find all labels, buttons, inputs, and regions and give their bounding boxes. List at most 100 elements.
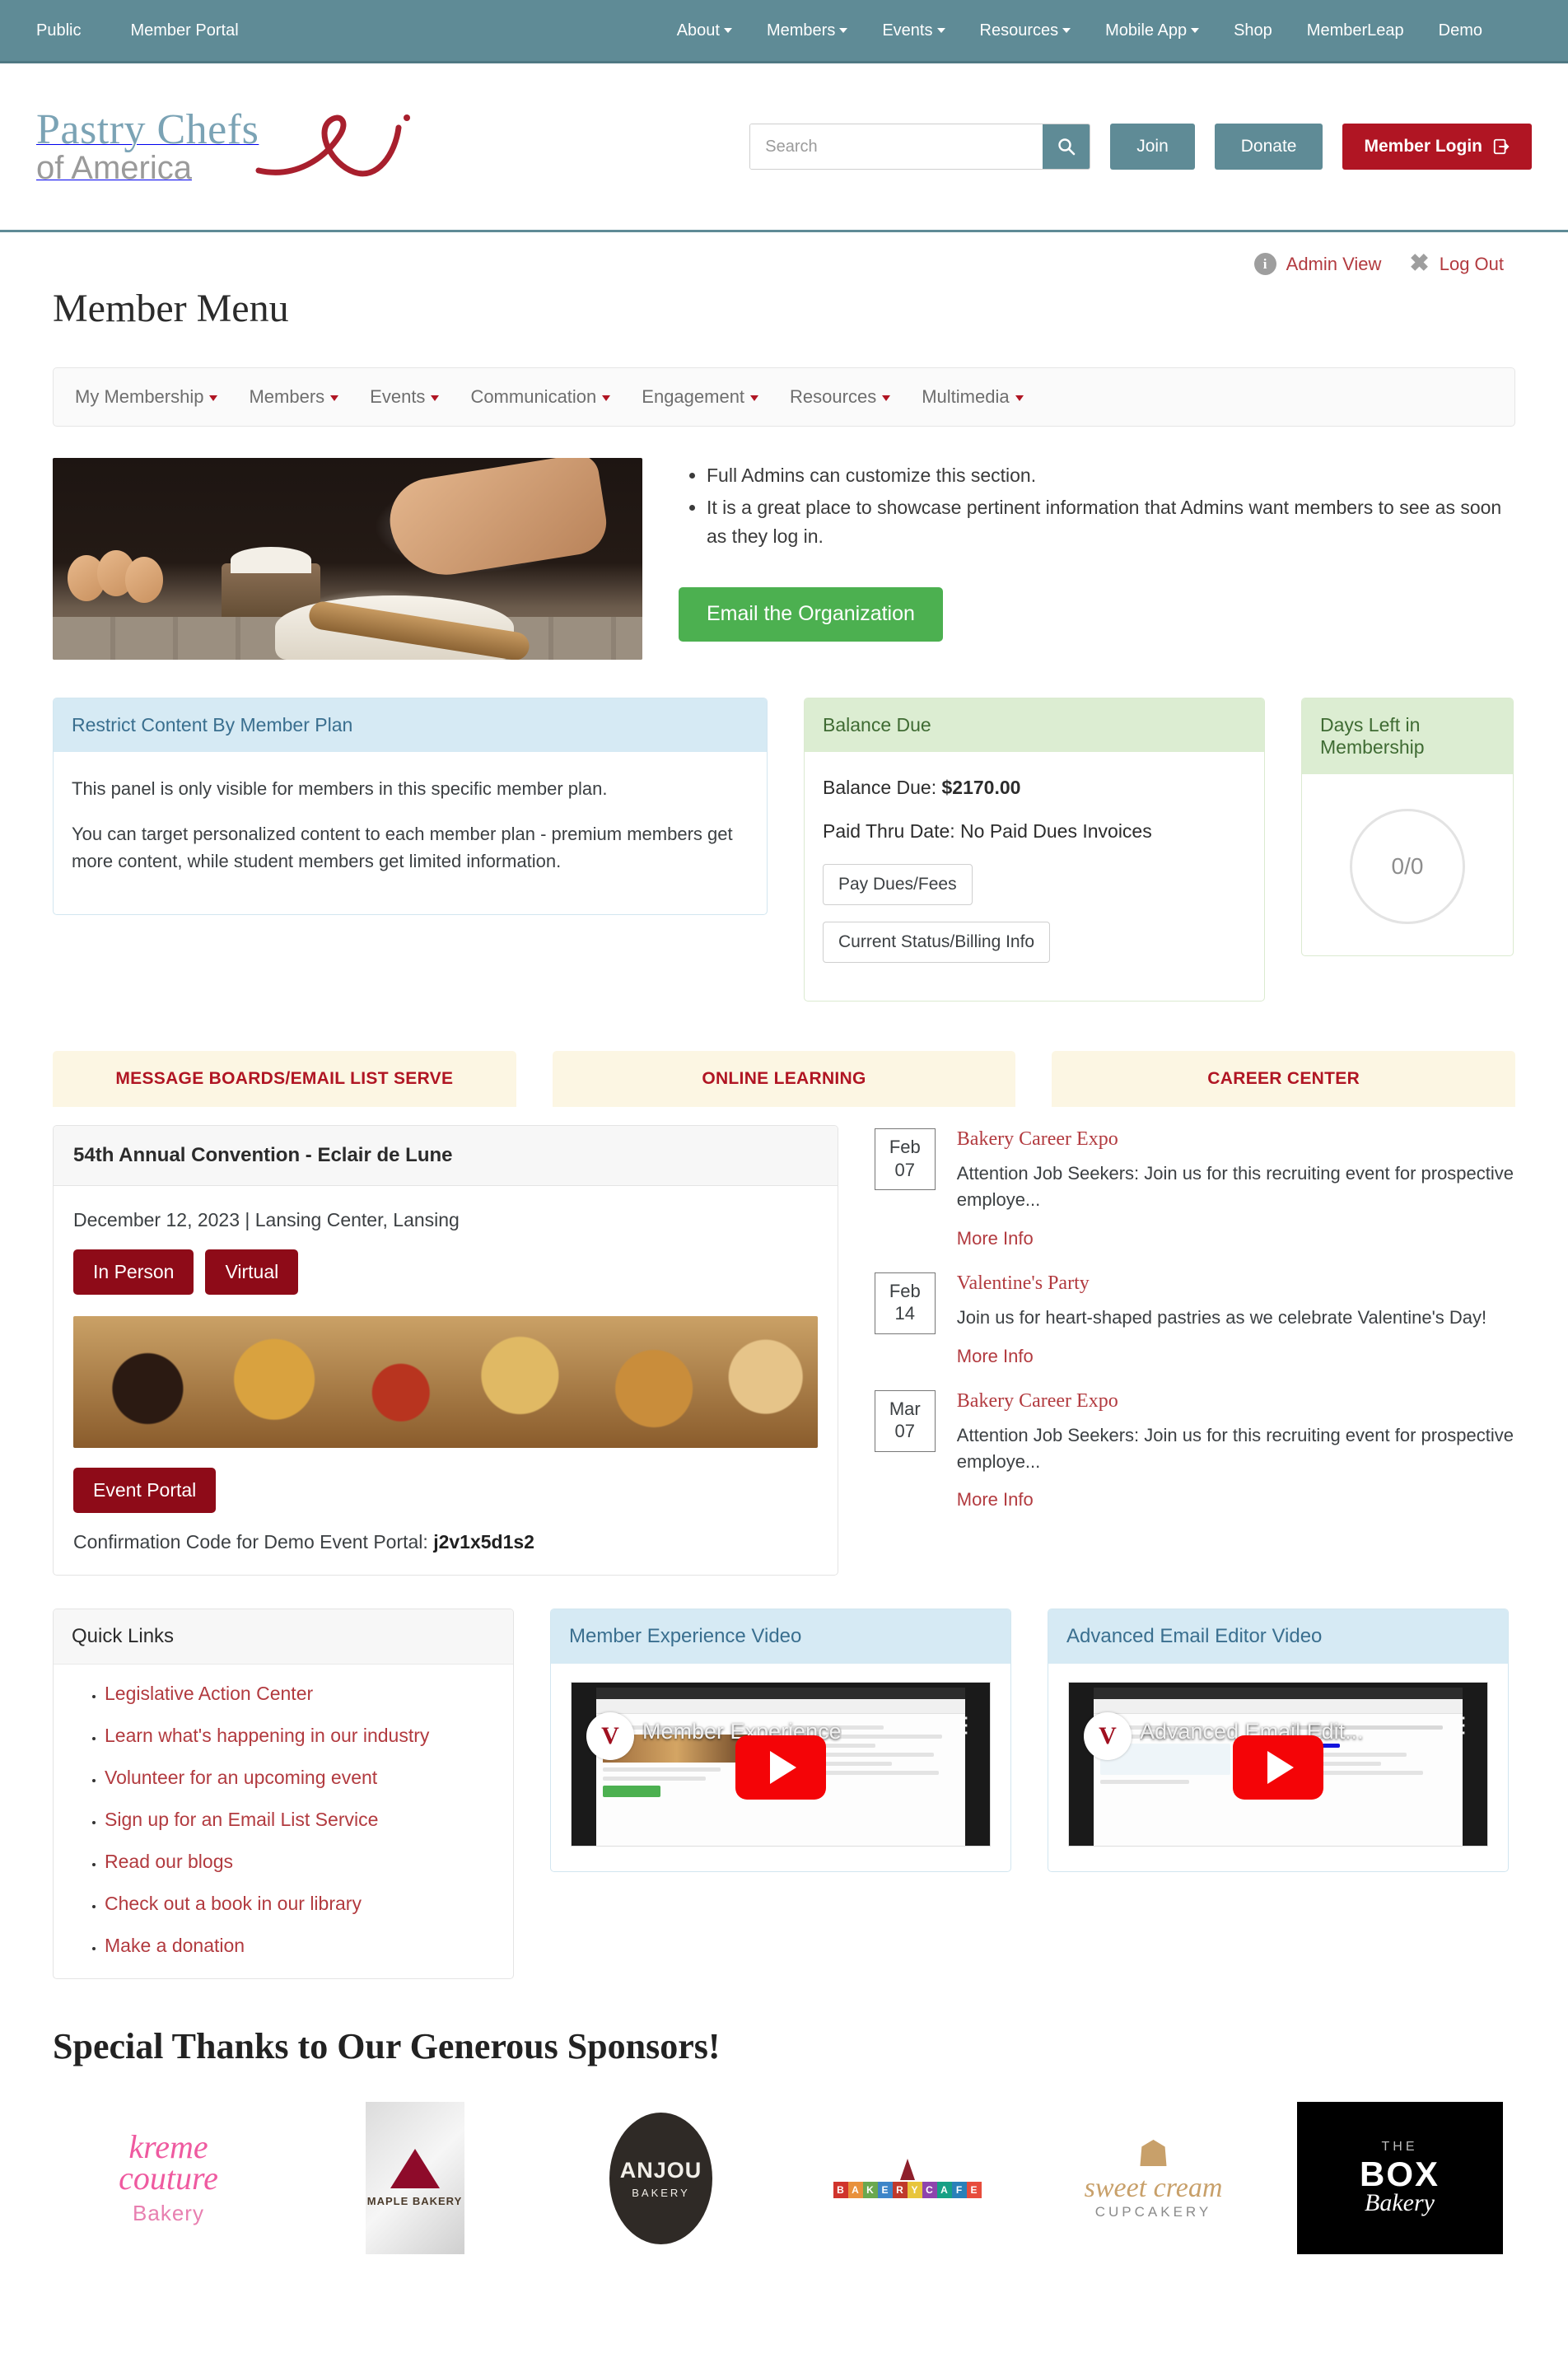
donate-button[interactable]: Donate xyxy=(1214,124,1323,170)
chevron-down-icon xyxy=(431,395,440,401)
quick-links-list: Legislative Action Center Learn what's h… xyxy=(54,1683,513,1957)
list-item: Feb 07 Bakery Career Expo Attention Job … xyxy=(874,1128,1515,1249)
quick-link[interactable]: Legislative Action Center xyxy=(105,1683,313,1704)
more-info-link[interactable]: More Info xyxy=(957,1489,1034,1510)
list-item: Feb 14 Valentine's Party Join us for hea… xyxy=(874,1272,1515,1367)
list-item: Read our blogs xyxy=(105,1851,513,1873)
top-nav-item-demo[interactable]: Demo xyxy=(1439,21,1482,40)
member-nav-item-communication[interactable]: Communication xyxy=(470,386,611,408)
top-nav-label-members: Members xyxy=(766,21,836,40)
chevron-down-icon xyxy=(1191,28,1200,34)
member-nav-item-members[interactable]: Members xyxy=(249,386,339,408)
top-nav-item-shop[interactable]: Shop xyxy=(1234,21,1272,40)
join-button[interactable]: Join xyxy=(1110,124,1195,170)
dashboard-panels: Restrict Content By Member Plan This pan… xyxy=(53,698,1515,1002)
virtual-button[interactable]: Virtual xyxy=(205,1249,299,1295)
pay-dues-fees-button[interactable]: Pay Dues/Fees xyxy=(823,864,973,905)
sponsor-logo-the-box-bakery[interactable]: THE BOX Bakery xyxy=(1284,2102,1515,2254)
in-person-button[interactable]: In Person xyxy=(73,1249,194,1295)
maple-leaf-icon xyxy=(390,2149,440,2188)
more-options-icon[interactable]: ⋮ xyxy=(955,1714,977,1735)
tab-online-learning[interactable]: ONLINE LEARNING xyxy=(552,1051,1016,1107)
search-button[interactable] xyxy=(1043,124,1090,169)
more-options-icon[interactable]: ⋮ xyxy=(1453,1714,1474,1735)
member-nav-label-multimedia: Multimedia xyxy=(922,386,1010,407)
more-info-link[interactable]: More Info xyxy=(957,1346,1034,1366)
member-login-button[interactable]: Member Login xyxy=(1342,124,1532,170)
quick-link[interactable]: Learn what's happening in our industry xyxy=(105,1725,429,1746)
hero-text-block: Full Admins can customize this section. … xyxy=(679,458,1515,660)
channel-avatar-icon: V xyxy=(1084,1712,1132,1760)
event-date-box: Mar 07 xyxy=(874,1389,936,1452)
sponsor-logo-tile: MAPLE BAKERY xyxy=(365,2102,464,2254)
cupcake-icon: ☗ xyxy=(1136,2133,1170,2174)
career-item-title[interactable]: Bakery Career Expo xyxy=(957,1128,1515,1151)
tab-career-center[interactable]: CAREER CENTER xyxy=(1052,1051,1516,1107)
sponsor-word-2: CUPCAKERY xyxy=(1094,2203,1212,2220)
quick-link[interactable]: Volunteer for an upcoming event xyxy=(105,1767,377,1788)
current-status-billing-info-button[interactable]: Current Status/Billing Info xyxy=(823,922,1051,963)
quick-link[interactable]: Make a donation xyxy=(105,1935,245,1956)
top-nav-item-mobile-app[interactable]: Mobile App xyxy=(1105,21,1200,40)
career-item-title[interactable]: Bakery Career Expo xyxy=(957,1390,1515,1412)
top-nav-item-events[interactable]: Events xyxy=(882,21,945,40)
sponsor-word-1: THE xyxy=(1381,2139,1418,2154)
sponsor-logo-kreme-couture[interactable]: kreme couture Bakery xyxy=(53,2102,284,2254)
chevron-down-icon xyxy=(209,395,218,401)
play-button-icon[interactable] xyxy=(1233,1735,1323,1800)
top-nav-item-about[interactable]: About xyxy=(677,21,732,40)
tab-message-boards[interactable]: MESSAGE BOARDS/EMAIL LIST SERVE xyxy=(53,1051,516,1107)
event-day: 07 xyxy=(894,1421,916,1442)
decor-flour xyxy=(231,547,311,573)
play-button-icon[interactable] xyxy=(735,1735,826,1800)
logo-swash-icon xyxy=(254,100,427,194)
sign-in-icon xyxy=(1493,138,1510,155)
sponsor-logo-sweet-cream-cupcakery[interactable]: ☗ sweet cream CUPCAKERY xyxy=(1038,2102,1269,2254)
log-out-link[interactable]: ✖ Log Out xyxy=(1409,252,1504,276)
sponsor-logo-text: BAKERYCAFE xyxy=(833,2181,982,2198)
event-month: Feb xyxy=(889,1280,921,1301)
chevron-down-icon xyxy=(602,395,611,401)
admin-view-link[interactable]: i Admin View xyxy=(1253,253,1381,275)
sponsor-word-3: Bakery xyxy=(133,2200,204,2225)
video-thumbnail[interactable]: V Advanced Email Edit... ⋮ xyxy=(1068,1682,1488,1847)
career-item-title[interactable]: Valentine's Party xyxy=(957,1272,1515,1295)
sponsor-logo-anjou-bakery[interactable]: ANJOU BAKERY xyxy=(545,2102,777,2254)
top-nav-item-members[interactable]: Members xyxy=(766,21,848,40)
member-nav-item-resources[interactable]: Resources xyxy=(790,386,891,408)
featured-event-title: 54th Annual Convention - Eclair de Lune xyxy=(54,1126,838,1186)
balance-due-panel-title: Balance Due xyxy=(805,698,1264,752)
career-item-description: Attention Job Seekers: Join us for this … xyxy=(956,1163,1514,1210)
member-nav-item-engagement[interactable]: Engagement xyxy=(642,386,759,408)
feature-tabstrip: MESSAGE BOARDS/EMAIL LIST SERVE ONLINE L… xyxy=(53,1051,1516,1107)
balance-due-value: $2170.00 xyxy=(941,777,1021,798)
member-nav-item-my-membership[interactable]: My Membership xyxy=(75,386,218,408)
event-portal-button[interactable]: Event Portal xyxy=(73,1468,217,1513)
top-nav-item-memberleap[interactable]: MemberLeap xyxy=(1307,21,1404,40)
sponsor-logo-bakery-cafe[interactable]: BAKERYCAFE xyxy=(791,2102,1023,2254)
top-nav-item-member-portal[interactable]: Member Portal xyxy=(130,21,238,40)
event-day: 14 xyxy=(894,1303,916,1324)
top-nav-item-public[interactable]: Public xyxy=(36,21,81,40)
chevron-down-icon xyxy=(936,28,945,34)
close-icon: ✖ xyxy=(1409,250,1430,277)
member-nav-item-multimedia[interactable]: Multimedia xyxy=(922,386,1024,408)
logo-line-2: of America xyxy=(36,150,192,186)
sponsors-row: kreme couture Bakery MAPLE BAKERY ANJOU … xyxy=(53,2102,1515,2254)
site-logo[interactable]: Pastry Chefs of America xyxy=(36,100,427,194)
top-nav-item-resources[interactable]: Resources xyxy=(980,21,1071,40)
quick-link[interactable]: Sign up for an Email List Service xyxy=(105,1809,378,1830)
restrict-content-panel: Restrict Content By Member Plan This pan… xyxy=(53,698,768,915)
email-organization-button[interactable]: Email the Organization xyxy=(679,586,943,642)
quick-links-panel: Quick Links Legislative Action Center Le… xyxy=(53,1609,514,1979)
quick-link[interactable]: Read our blogs xyxy=(105,1851,233,1872)
event-day: 07 xyxy=(894,1159,916,1180)
search-input[interactable] xyxy=(750,124,1043,169)
quick-link[interactable]: Check out a book in our library xyxy=(105,1893,362,1914)
sponsor-logo-maple-bakery[interactable]: MAPLE BAKERY xyxy=(299,2102,530,2254)
member-nav-item-events[interactable]: Events xyxy=(370,386,440,408)
logo-text: Pastry Chefs of America xyxy=(36,106,259,186)
video-thumbnail[interactable]: V Member Experience ⋮ xyxy=(571,1682,991,1847)
logo-line-1: Pastry Chefs xyxy=(36,106,259,153)
more-info-link[interactable]: More Info xyxy=(957,1228,1034,1249)
